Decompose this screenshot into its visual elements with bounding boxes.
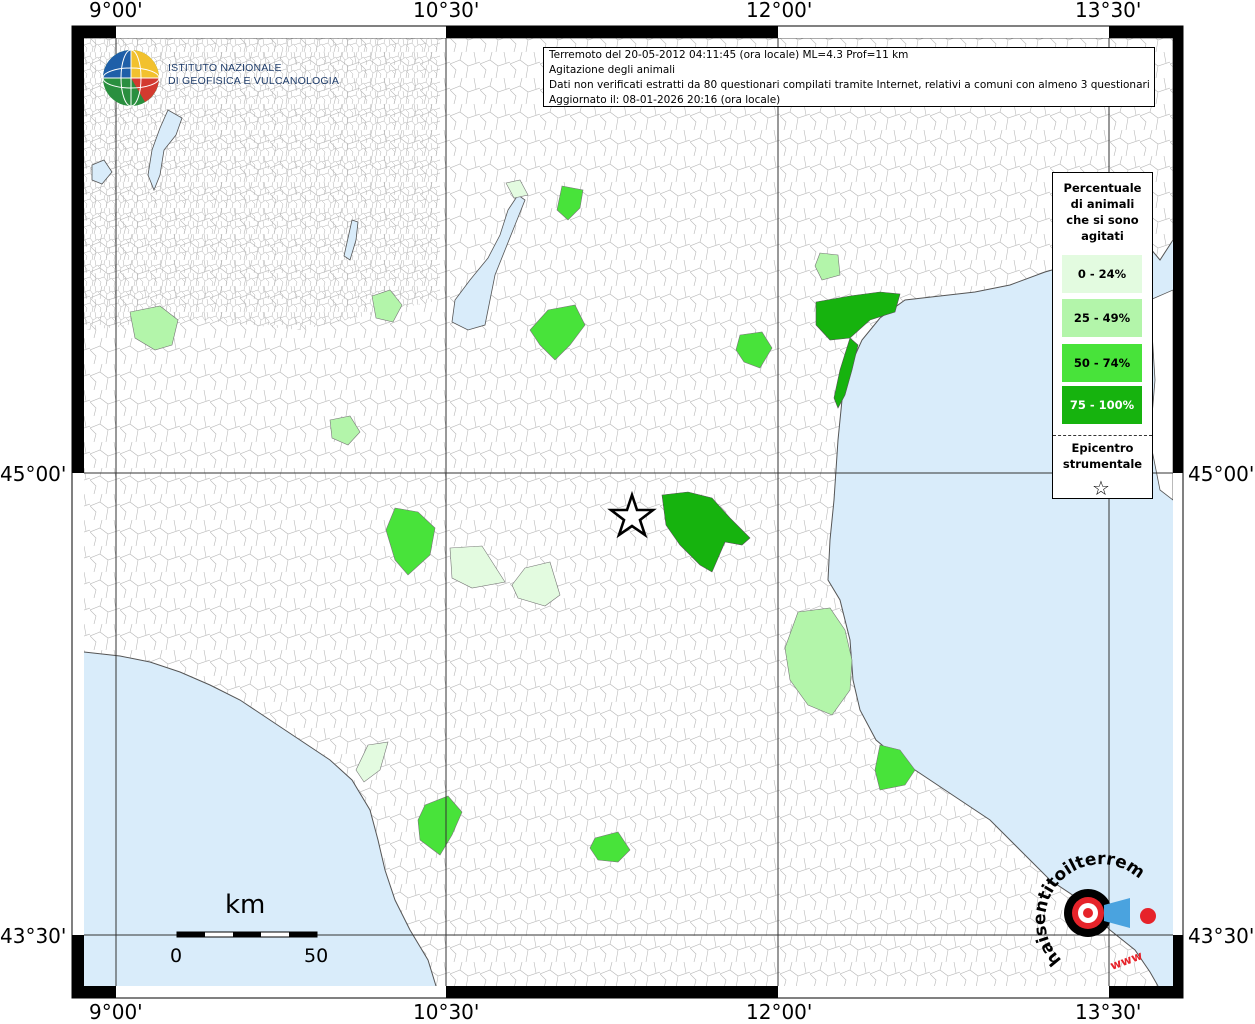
star-outline-icon: ☆	[1092, 476, 1110, 500]
legend: Percentuale di animali che si sono agita…	[1052, 172, 1153, 499]
ingv-logo-text: ISTITUTO NAZIONALE DI GEOFISICA E VULCAN…	[168, 62, 339, 88]
lon-label-top-1: 9°00'	[89, 0, 143, 22]
lon-label-bottom-4: 13°30'	[1075, 1000, 1142, 1024]
lon-label-top-3: 12°00'	[746, 0, 813, 22]
legend-item: 0 - 24%	[1062, 255, 1142, 293]
lon-label-bottom-2: 10°30'	[413, 1000, 480, 1024]
info-earthquake: Terremoto del 20-05-2012 04:11:45 (ora l…	[549, 49, 909, 61]
scale-max: 50	[304, 945, 329, 967]
info-data-note: Dati non verificati estratti da 80 quest…	[549, 79, 1149, 91]
legend-epicenter-title: Epicentro strumentale	[1053, 440, 1152, 472]
lat-label-right-2: 43°30'	[1188, 924, 1255, 948]
lon-label-bottom-3: 12°00'	[746, 1000, 813, 1024]
logo-line-2: DI GEOFISICA E VULCANOLOGIA	[168, 75, 340, 87]
legend-title-line: Percentuale	[1063, 181, 1142, 195]
legend-epicenter-line: strumentale	[1062, 457, 1143, 471]
legend-item: 50 - 74%	[1062, 344, 1142, 382]
legend-title: Percentuale di animali che si sono agita…	[1053, 180, 1152, 244]
ingv-globe-icon	[102, 49, 160, 107]
scale-bar	[176, 931, 318, 938]
logo-line-1: ISTITUTO NAZIONALE	[168, 62, 282, 74]
legend-item: 25 - 49%	[1062, 299, 1142, 337]
legend-title-line: che si sono	[1066, 213, 1139, 227]
legend-item: 75 - 100%	[1062, 386, 1142, 424]
lon-label-top-2: 10°30'	[413, 0, 480, 22]
info-updated: Aggiornato il: 08-01-2026 20:16 (ora loc…	[549, 94, 781, 106]
legend-title-line: di animali	[1070, 197, 1135, 211]
legend-title-line: agitati	[1081, 229, 1124, 243]
scale-min: 0	[170, 945, 183, 967]
legend-epicenter-line: Epicentro	[1071, 441, 1134, 455]
lat-label-right-1: 45°00'	[1188, 462, 1255, 486]
map-canvas: haisentitoilterremoto.it www	[0, 0, 1184, 999]
lat-label-left-2: 43°30'	[0, 924, 67, 948]
info-subject: Agitazione degli animali	[549, 64, 676, 76]
lat-label-left-1: 45°00'	[0, 462, 67, 486]
scale-unit: km	[225, 890, 266, 920]
info-box: Terremoto del 20-05-2012 04:11:45 (ora l…	[543, 47, 1155, 107]
legend-divider	[1053, 435, 1152, 436]
lon-label-top-4: 13°30'	[1075, 0, 1142, 22]
lon-label-bottom-1: 9°00'	[89, 1000, 143, 1024]
